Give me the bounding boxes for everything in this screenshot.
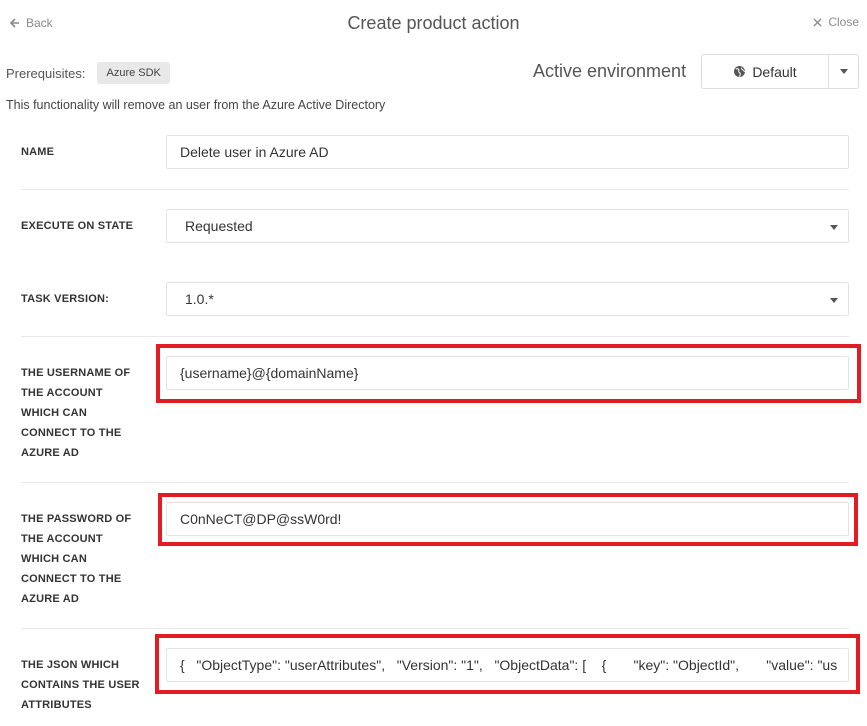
execute-on-state-select[interactable]: Requested xyxy=(166,209,849,243)
highlight-box xyxy=(155,634,860,694)
divider xyxy=(21,336,849,337)
environment-select-button[interactable]: Default xyxy=(702,55,828,88)
name-label: NAME xyxy=(21,146,55,158)
prerequisites-label: Prerequisites: xyxy=(6,65,86,81)
close-button[interactable]: Close xyxy=(813,15,859,29)
username-label: THE USERNAME OF THE ACCOUNT WHICH CAN CO… xyxy=(21,367,131,459)
password-label: THE PASSWORD OF THE ACCOUNT WHICH CAN CO… xyxy=(21,513,132,605)
environment-dropdown-toggle[interactable] xyxy=(828,55,858,88)
divider xyxy=(21,628,849,629)
close-label: Close xyxy=(828,15,859,29)
environment-select[interactable]: Default xyxy=(701,54,859,89)
highlight-box xyxy=(156,344,861,403)
active-environment-label: Active environment xyxy=(533,61,687,81)
execute-on-state-label: EXECUTE ON STATE xyxy=(21,220,134,232)
task-version-label: TASK VERSION: xyxy=(21,293,109,305)
execute-on-state-row: EXECUTE ON STATE Requested xyxy=(21,209,849,245)
execute-on-state-value: Requested xyxy=(185,218,253,234)
task-version-value: 1.0.* xyxy=(185,291,214,307)
divider xyxy=(21,189,849,190)
page-title: Create product action xyxy=(347,13,520,33)
caret-down-icon xyxy=(830,225,838,230)
name-input[interactable]: Delete user in Azure AD xyxy=(166,135,849,169)
x-icon xyxy=(813,18,822,26)
caret-down-icon xyxy=(830,298,838,303)
highlight-box xyxy=(158,493,858,546)
environment-selected-value: Default xyxy=(752,63,797,80)
prerequisite-badge: Azure SDK xyxy=(97,62,170,84)
divider xyxy=(21,482,849,483)
name-row: NAME Delete user in Azure AD xyxy=(21,135,849,171)
caret-down-icon xyxy=(839,69,848,74)
json-label: THE JSON WHICH CONTAINS THE USER ATTRIBU… xyxy=(21,659,140,711)
task-version-row: TASK VERSION: 1.0.* xyxy=(21,282,849,318)
action-description: This functionality will remove an user f… xyxy=(6,98,386,112)
task-version-select[interactable]: 1.0.* xyxy=(166,282,849,316)
globe-icon xyxy=(734,66,746,77)
prerequisites: Prerequisites: Azure SDK xyxy=(6,62,170,84)
